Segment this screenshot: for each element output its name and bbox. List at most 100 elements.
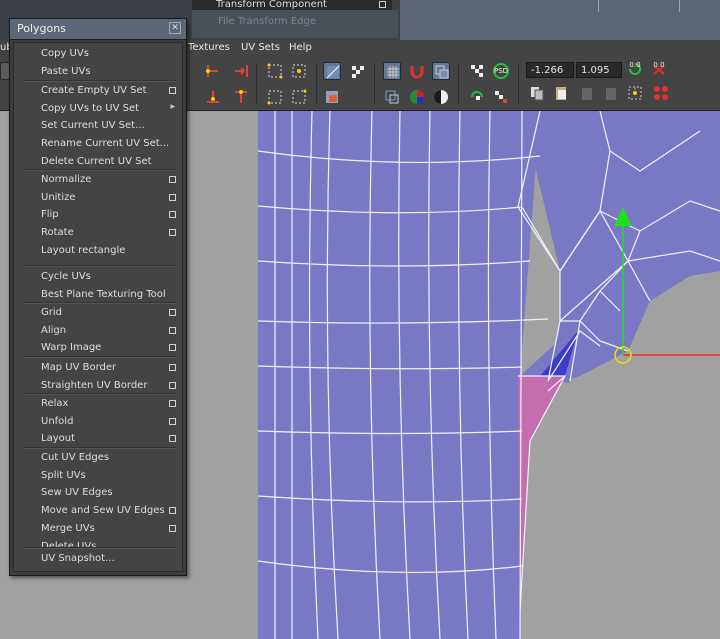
menu-item-copy-uvs-to-uv-set[interactable]: Copy UVs to UV Set ▸ [14,101,182,118]
magnet-icon[interactable] [408,62,426,80]
psd-icon[interactable]: PSD [492,62,510,80]
menu-item-rotate[interactable]: Rotate [14,225,182,242]
polygons-menu-body: Copy UVs Paste UVs Create Empty UV Set Copy… [13,42,183,572]
polygons-menu-titlebar[interactable]: Polygons ✕ [10,19,186,40]
refresh-uv-icon[interactable]: 0.0 [626,60,644,78]
menu-item-align[interactable]: Align [14,323,182,340]
checker-icon[interactable] [348,62,366,80]
option-box-icon[interactable] [169,176,176,183]
menu-item-label: Delete Current UV Set [41,155,152,167]
unitize-icon[interactable] [266,88,284,106]
brightness-glyph [434,90,448,104]
brightness-icon[interactable] [432,88,450,106]
flip-uv-glyph [628,86,642,100]
shaded-uv-icon[interactable] [323,62,341,80]
option-box-icon[interactable] [169,211,176,219]
menu-item-create-empty-uv-set[interactable]: Create Empty UV Set [14,83,182,100]
menu-help[interactable]: Help [289,42,312,53]
menu-item-label: Align [41,324,67,336]
reset-icon[interactable]: 0.0 [650,60,668,78]
option-box-icon[interactable] [169,229,176,237]
option-box-icon[interactable] [169,507,176,515]
grid-uv-icon[interactable] [290,62,308,80]
snap-glyph [235,65,248,77]
u-coordinate-field[interactable]: -1.266 [526,62,574,78]
close-icon[interactable]: ✕ [169,22,181,34]
rotate-uv-icon[interactable] [652,84,670,102]
image-display-icon[interactable] [323,88,341,106]
update-psd-icon[interactable] [468,88,486,106]
scene-struts [598,0,680,12]
v-coordinate-field[interactable]: 1.095 [576,62,622,78]
option-box-icon[interactable] [169,344,176,352]
copy-uv-icon[interactable] [528,84,546,102]
menu-item-label: Rotate [41,227,74,239]
reset-label: 0.0 [653,61,665,69]
isolate-icon[interactable] [383,88,401,106]
menu-item-rename-current-uv-set[interactable]: Rename Current UV Set... [14,136,182,153]
menu-item-merge-uvs[interactable]: Merge UVs [14,521,182,538]
grid-select-icon[interactable] [266,62,284,80]
menu-item-cut-uv-edges[interactable]: Cut UV Edges [14,450,182,467]
menu-uv-sets[interactable]: UV Sets [241,42,280,53]
option-box-icon[interactable] [169,326,176,334]
option-box-icon[interactable] [169,524,176,532]
menu-item-warp-image[interactable]: Warp Image [14,340,182,357]
menu-separator [24,265,176,267]
update-psd-glyph [471,91,483,100]
checker-ramp-icon[interactable] [492,88,510,106]
straighten-icon[interactable] [232,88,250,106]
menu-item-layout-rectangle[interactable]: Layout rectangle [14,243,182,260]
pixel-snap-icon[interactable] [468,62,486,80]
menu-item-flip[interactable]: Flip [14,207,182,224]
menu-item-set-current-uv-set[interactable]: Set Current UV Set... [14,118,182,135]
isolate-glyph [385,90,399,104]
option-box-icon[interactable] [169,193,176,201]
menu-item-move-and-sew-uv-edges[interactable]: Move and Sew UV Edges [14,503,182,520]
paste-uv-glyph [556,87,566,100]
menu-item-copy-uvs[interactable]: Copy UVs [14,46,182,63]
menu-item-label: Layout rectangle [41,244,126,256]
flip-uv-icon[interactable] [626,84,644,102]
menu-item-map-uv-border[interactable]: Map UV Border [14,360,182,377]
polygons-menu: Polygons ✕ Copy UVs Paste UVs Create Empty… [9,18,187,576]
snap-icon[interactable] [232,62,250,80]
uv-highlight-strip[interactable] [518,376,565,611]
menu-item-label: Warp Image [41,342,102,354]
option-box-icon[interactable] [169,309,176,316]
option-box-icon[interactable] [169,364,176,371]
menu-item-label: Copy UVs [41,48,89,59]
menu-item-split-uvs[interactable]: Split UVs [14,468,182,485]
menu-item-cycle-uvs[interactable]: Cycle UVs [14,269,182,286]
option-box-icon[interactable] [169,87,176,94]
distort-icon[interactable] [602,84,620,102]
menu-item-unfold[interactable]: Unfold [14,414,182,431]
menu-item-relax[interactable]: Relax [14,396,182,413]
grid-icon[interactable] [383,62,401,80]
menu-item-uv-snapshot[interactable]: UV Snapshot... [14,551,182,568]
menu-textures[interactable]: Textures [188,42,230,53]
option-box-icon[interactable] [169,417,176,425]
menu-item-layout[interactable]: Layout [14,431,182,448]
menu-item-normalize[interactable]: Normalize [14,172,182,189]
paste-uv-icon[interactable] [552,84,570,102]
transform-component-title: Transform Component [216,0,327,10]
transform-component-option-icon[interactable] [379,1,386,8]
menu-item-label: Split UVs [41,469,86,481]
menu-item-sew-uv-edges[interactable]: Sew UV Edges [14,485,182,502]
align-icon[interactable] [204,88,222,106]
menu-item-paste-uvs[interactable]: Paste UVs [14,64,182,81]
option-box-icon[interactable] [169,381,176,389]
menu-item-grid[interactable]: Grid [14,305,182,322]
option-box-icon[interactable] [169,400,176,407]
menu-item-unitize[interactable]: Unitize [14,190,182,207]
menu-separator [24,169,176,171]
menu-item-label: UV Snapshot... [41,553,115,564]
align-glyph [207,91,219,103]
color-wheel-icon[interactable] [408,88,426,106]
texture-toggle-icon[interactable] [432,62,450,80]
normalize-icon[interactable] [290,88,308,106]
option-box-icon[interactable] [169,435,176,443]
move-uv-icon[interactable] [204,62,222,80]
delete-uv-icon[interactable] [578,84,596,102]
